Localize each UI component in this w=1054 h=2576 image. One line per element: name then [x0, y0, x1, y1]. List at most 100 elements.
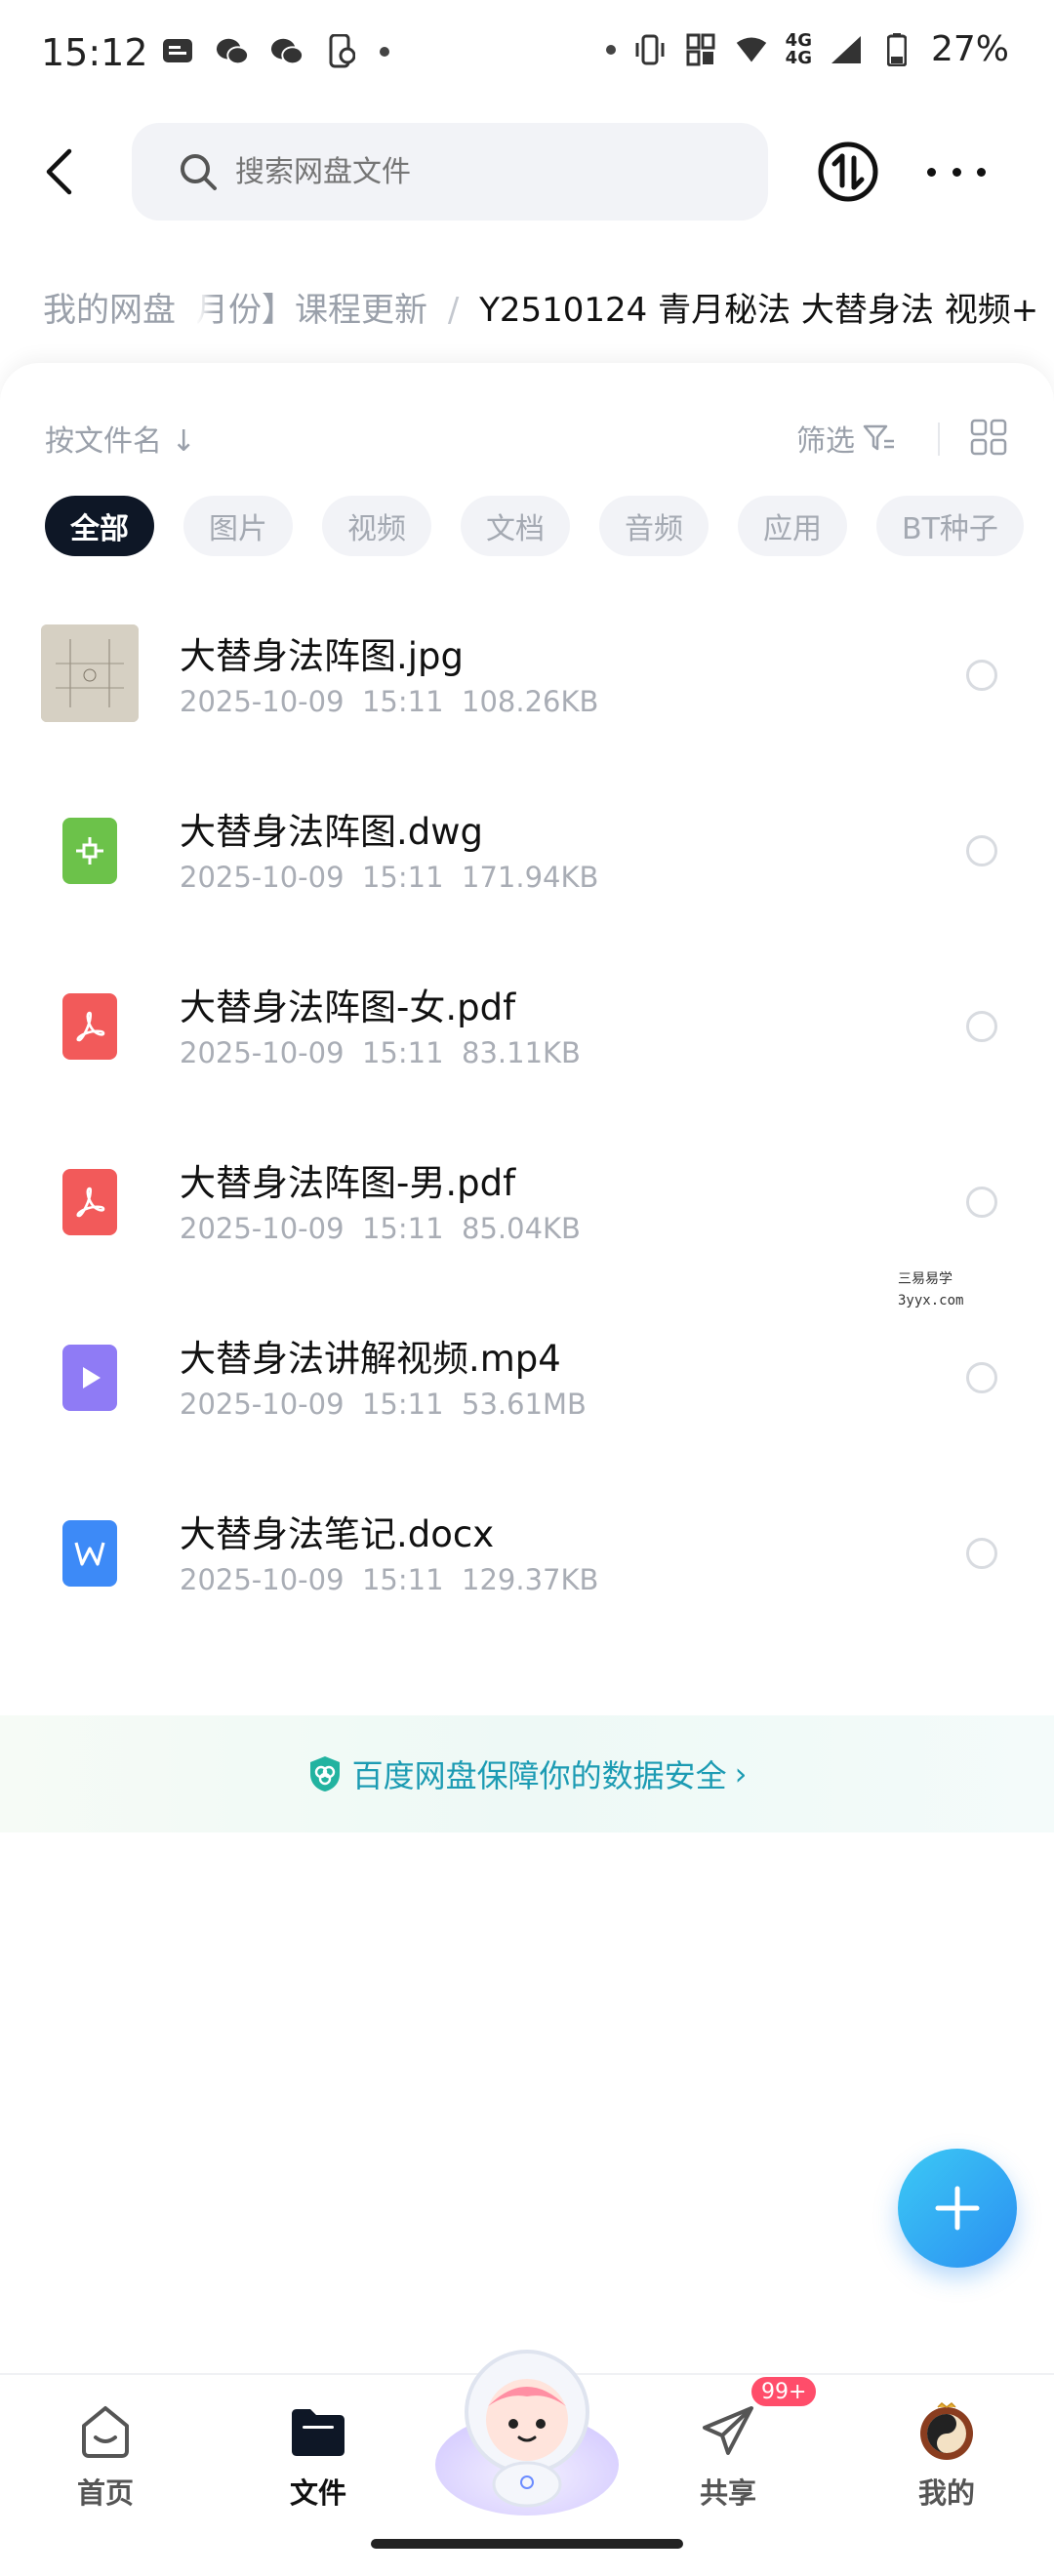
- file-name: 大替身法笔记.docx: [180, 1513, 495, 1555]
- search-box[interactable]: [132, 123, 768, 221]
- file-row[interactable]: 大替身法阵图.jpg 2025-10-09 15:11 108.26KB: [0, 597, 1054, 773]
- status-time: 15:12: [41, 31, 148, 74]
- nav-home[interactable]: 首页: [37, 2400, 174, 2512]
- notification-icons: [161, 34, 389, 68]
- grid-icon: [970, 419, 1007, 456]
- sort-button[interactable]: 按文件名 ↓: [45, 417, 196, 460]
- breadcrumb-trail[interactable]: 月份】课程更新 / Y2510124 青月秘法 大替身法 视频+: [195, 283, 1038, 331]
- file-name: 大替身法阵图.jpg: [180, 635, 465, 677]
- video-file-icon: [62, 1345, 117, 1411]
- pdf-file-icon: [62, 1169, 117, 1235]
- shield-icon: [309, 1756, 340, 1791]
- home-icon: [74, 2400, 137, 2463]
- word-file-icon: [62, 1520, 117, 1587]
- wechat-icon: [216, 35, 249, 68]
- more-options-button[interactable]: [927, 152, 986, 191]
- transfer-icon: [818, 141, 878, 202]
- search-icon: [181, 154, 217, 190]
- status-right: 4G 4G 27%: [605, 29, 1009, 69]
- breadcrumb-root[interactable]: 我的网盘: [21, 273, 197, 338]
- safety-text: 百度网盘保障你的数据安全: [351, 1757, 727, 1794]
- breadcrumb: 月份】课程更新 / Y2510124 青月秘法 大替身法 视频+ 我的网盘: [0, 273, 1054, 338]
- vibrate-icon: [633, 33, 667, 66]
- chip-apps[interactable]: 应用: [738, 496, 847, 556]
- chip-audio[interactable]: 音频: [599, 496, 709, 556]
- toolbar-divider: [938, 423, 940, 456]
- grid-view-button[interactable]: [970, 419, 1007, 460]
- signal-icon: [830, 33, 863, 66]
- nav-files-label: 文件: [289, 2476, 346, 2510]
- more-notifications-dot: [380, 47, 389, 57]
- folder-icon: [287, 2400, 349, 2463]
- select-checkbox[interactable]: [966, 660, 997, 691]
- file-meta: 2025-10-09 15:11 129.37KB: [180, 1563, 599, 1596]
- watermark: 三易易学 3yyx.com: [898, 1271, 964, 1308]
- transfer-button[interactable]: [817, 141, 879, 203]
- status-dot: [605, 44, 616, 55]
- network-type: 4G 4G: [785, 29, 812, 68]
- file-row[interactable]: 大替身法讲解视频.mp4 2025-10-09 15:11 53.61MB: [0, 1300, 1054, 1475]
- message-icon: [161, 35, 194, 68]
- category-chips: 全部 图片 视频 文档 音频 应用 BT种子: [45, 496, 1024, 556]
- back-button[interactable]: [29, 142, 88, 201]
- nav-share[interactable]: 共享: [660, 2400, 796, 2512]
- file-meta: 2025-10-09 15:11 83.11KB: [180, 1036, 581, 1069]
- file-panel: 按文件名 ↓ 筛选 全部 图片 视频 文档 音频 应用 BT种子 大替身法阵图.…: [0, 363, 1054, 2393]
- wechat-icon: [270, 35, 304, 68]
- more-dot: [977, 167, 986, 177]
- file-meta: 2025-10-09 15:11 108.26KB: [180, 685, 599, 718]
- nfc-icon: [684, 33, 717, 66]
- add-button[interactable]: [898, 2149, 1017, 2268]
- chip-videos[interactable]: 视频: [322, 496, 431, 556]
- file-meta: 2025-10-09 15:11 171.94KB: [180, 861, 599, 894]
- wifi-icon: [735, 33, 768, 66]
- breadcrumb-current: Y2510124 青月秘法 大替身法 视频+: [479, 291, 1039, 330]
- sort-filter-row: 按文件名 ↓ 筛选: [45, 417, 1021, 465]
- dwg-file-icon: [62, 818, 117, 884]
- plus-icon: [935, 2186, 980, 2231]
- avatar: [915, 2400, 978, 2463]
- chip-documents[interactable]: 文档: [461, 496, 570, 556]
- filter-button[interactable]: 筛选: [796, 417, 896, 460]
- select-checkbox[interactable]: [966, 835, 997, 866]
- nav-share-label: 共享: [699, 2476, 756, 2510]
- select-checkbox[interactable]: [966, 1538, 997, 1569]
- file-name: 大替身法阵图.dwg: [180, 811, 483, 853]
- nav-home-label: 首页: [76, 2476, 134, 2510]
- select-checkbox[interactable]: [966, 1011, 997, 1042]
- more-dot: [927, 167, 936, 177]
- file-list: 大替身法阵图.jpg 2025-10-09 15:11 108.26KB 大替身…: [0, 597, 1054, 1651]
- search-input[interactable]: [235, 154, 723, 189]
- home-indicator[interactable]: [371, 2539, 683, 2549]
- chevron-right-icon: ›: [734, 1755, 748, 1792]
- nav-me[interactable]: 我的: [878, 2400, 1015, 2512]
- pdf-file-icon: [62, 993, 117, 1060]
- file-meta: 2025-10-09 15:11 53.61MB: [180, 1388, 587, 1421]
- file-name: 大替身法阵图-女.pdf: [180, 986, 516, 1028]
- filter-label: 筛选: [796, 424, 855, 459]
- chip-bt-torrents[interactable]: BT种子: [876, 496, 1024, 556]
- data-safety-banner[interactable]: 百度网盘保障你的数据安全 ›: [0, 1715, 1054, 1832]
- select-checkbox[interactable]: [966, 1362, 997, 1393]
- file-row[interactable]: 大替身法笔记.docx 2025-10-09 15:11 129.37KB: [0, 1475, 1054, 1651]
- more-dot: [952, 167, 961, 177]
- select-checkbox[interactable]: [966, 1187, 997, 1218]
- status-bar: 15:12 4G 4G 27%: [0, 0, 1054, 107]
- file-name: 大替身法阵图-男.pdf: [180, 1162, 516, 1204]
- back-arrow-icon: [46, 148, 72, 195]
- filter-icon: [863, 424, 894, 451]
- chip-images[interactable]: 图片: [183, 496, 293, 556]
- paper-plane-icon: [697, 2400, 759, 2463]
- phone-icon: [325, 34, 358, 68]
- chip-all[interactable]: 全部: [45, 496, 154, 556]
- mascot-avatar-button[interactable]: [431, 2328, 623, 2519]
- file-row[interactable]: 大替身法阵图-男.pdf 2025-10-09 15:11 85.04KB: [0, 1124, 1054, 1300]
- file-row[interactable]: 大替身法阵图-女.pdf 2025-10-09 15:11 83.11KB: [0, 948, 1054, 1124]
- image-thumbnail: [41, 624, 139, 722]
- breadcrumb-parent[interactable]: 月份】课程更新: [195, 291, 427, 330]
- nav-files[interactable]: 文件: [250, 2400, 386, 2512]
- battery-icon: [880, 32, 913, 66]
- share-badge: 99+: [750, 2375, 819, 2408]
- breadcrumb-separator: /: [447, 291, 460, 330]
- file-row[interactable]: 大替身法阵图.dwg 2025-10-09 15:11 171.94KB: [0, 773, 1054, 948]
